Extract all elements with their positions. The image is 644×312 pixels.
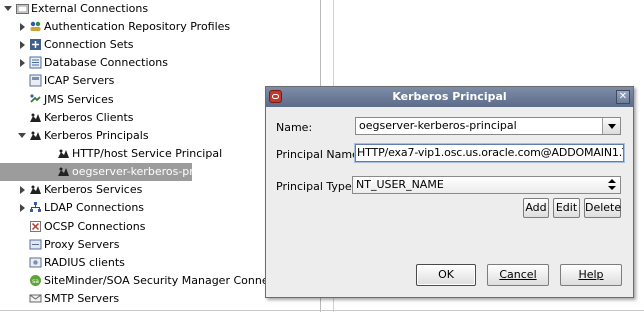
kerberos-icon (57, 147, 70, 160)
tree-node-label: Proxy Servers (44, 238, 120, 251)
expand-toggle[interactable] (18, 40, 27, 50)
tree-node-label: Connection Sets (44, 38, 134, 51)
tree-node-label: SiteMinder/SOA Security Manager Connecti… (44, 274, 302, 287)
folder-icon (16, 2, 29, 15)
tree-node-label: External Connections (31, 2, 149, 15)
radius-icon (29, 256, 42, 269)
tree-node-label: HTTP/host Service Principal (72, 147, 223, 160)
expand-toggle[interactable] (18, 22, 27, 32)
database-icon (29, 56, 42, 69)
ocsp-icon (29, 220, 42, 233)
principal-type-select[interactable]: NT_USER_NAME (352, 176, 621, 194)
expand-toggle[interactable] (18, 203, 27, 213)
help-label: Help (578, 268, 604, 281)
svg-text:sa: sa (32, 278, 39, 285)
kerberos-icon (29, 129, 42, 142)
tree-node-label: LDAP Connections (44, 201, 145, 214)
spinner-arrows-icon (608, 178, 616, 192)
name-combobox[interactable]: oegserver-kerberos-principal (355, 117, 621, 135)
tree-node-label: OCSP Connections (44, 220, 146, 233)
kerberos-icon (29, 111, 42, 124)
tree-node-label: Kerberos Clients (44, 111, 134, 124)
principal-name-label: Principal Name: (276, 148, 363, 161)
close-button[interactable]: ✕ (616, 90, 630, 104)
profiles-icon (29, 20, 42, 33)
tree-node-label: ICAP Servers (44, 74, 115, 87)
expand-toggle[interactable] (18, 185, 27, 195)
ldap-icon (29, 201, 42, 214)
cancel-label: Cancel (499, 268, 537, 281)
expand-toggle[interactable] (18, 58, 27, 68)
tree-node-external-connections[interactable]: External Connections (0, 0, 320, 18)
proxy-icon (29, 238, 42, 251)
cancel-button[interactable]: Cancel (487, 264, 549, 286)
expand-toggle[interactable] (4, 4, 13, 14)
dialog-titlebar[interactable]: Kerberos Principal ✕ (266, 87, 633, 107)
dropdown-arrow-icon[interactable] (602, 118, 620, 134)
delete-button[interactable]: Delete (584, 198, 621, 218)
tree-node-label: Authentication Repository Profiles (44, 20, 231, 33)
add-button[interactable]: Add (523, 198, 549, 218)
principal-type-value: NT_USER_NAME (356, 178, 444, 191)
ok-button[interactable]: OK (416, 264, 476, 286)
tree-node-label: JMS Services (44, 93, 114, 106)
connection-sets-icon (29, 38, 42, 51)
kerberos-icon (57, 165, 70, 178)
smtp-icon (29, 292, 42, 305)
name-label: Name: (276, 121, 313, 134)
collapse-toggle[interactable] (18, 131, 27, 141)
kerberos-principal-dialog: Kerberos Principal ✕ Name: oegserver-ker… (265, 86, 634, 298)
principal-name-input[interactable]: HTTP/exa7-vip1.osc.us.oracle.com@ADDOMAI… (354, 143, 625, 163)
tree-node[interactable]: Database Connections (0, 54, 320, 72)
tree-node[interactable]: Authentication Repository Profiles (0, 18, 320, 36)
edit-button[interactable]: Edit (553, 198, 580, 218)
dialog-title: Kerberos Principal (392, 90, 507, 103)
tree-node-label: Kerberos Principals (44, 129, 149, 142)
help-button[interactable]: Help (560, 264, 622, 286)
icap-icon (29, 74, 42, 87)
tree-node[interactable]: oegserver-kerberos-principal (0, 163, 230, 181)
principal-name-value: HTTP/exa7-vip1.osc.us.oracle.com@ADDOMAI… (357, 146, 624, 159)
tree-node-label: oegserver-kerberos-principal (72, 165, 230, 178)
principal-type-label: Principal Type: (276, 180, 356, 193)
siteminder-icon: sa (29, 274, 42, 287)
tree-node-label: Kerberos Services (44, 183, 143, 196)
tree-node-label: SMTP Servers (44, 292, 120, 305)
tree-node[interactable]: Connection Sets (0, 36, 320, 54)
tree-node-label: RADIUS clients (44, 256, 125, 269)
jms-icon (29, 93, 42, 106)
tree-node-label: Database Connections (44, 56, 168, 69)
kerberos-icon (29, 183, 42, 196)
name-value: oegserver-kerberos-principal (359, 119, 517, 132)
bottom-divider (0, 310, 644, 311)
